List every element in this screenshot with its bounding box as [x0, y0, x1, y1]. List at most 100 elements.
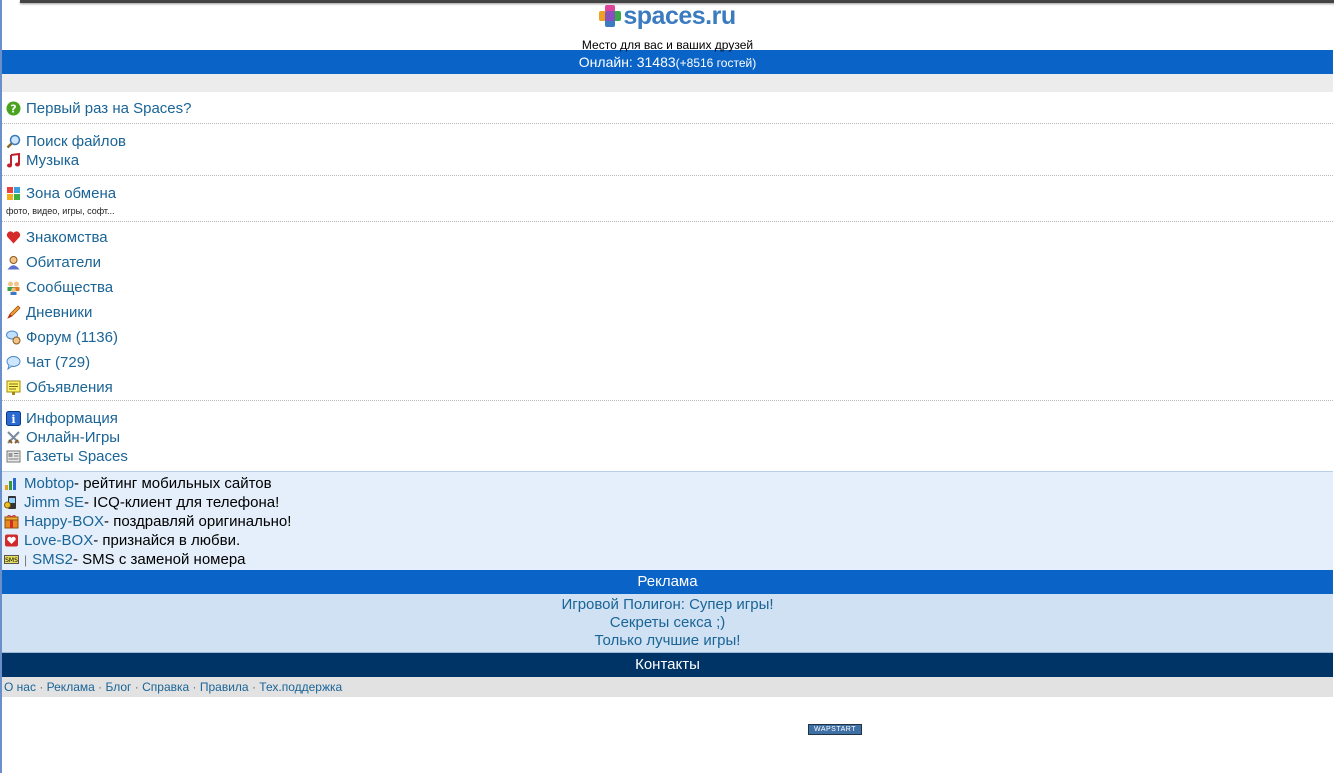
- games-link[interactable]: Онлайн-Игры: [26, 429, 120, 446]
- footer-separator: ·: [39, 680, 44, 694]
- phone-app-icon: [4, 495, 19, 510]
- logo-text: spaces.ru: [623, 1, 736, 30]
- first-time-link[interactable]: Первый раз на Spaces?: [26, 100, 192, 117]
- footer-separator: ·: [134, 680, 139, 694]
- promo-item-jimm: Jimm SE - ICQ-клиент для телефона!: [4, 493, 1331, 512]
- newspapers-link[interactable]: Газеты Spaces: [26, 448, 128, 465]
- footer-separator: ·: [98, 680, 103, 694]
- forum-icon: [6, 330, 21, 345]
- love-box-link[interactable]: Love-BOX: [24, 532, 93, 549]
- footer-link-advertising[interactable]: Реклама: [47, 680, 95, 694]
- music-note-icon: [6, 152, 21, 168]
- menu-item-chat: Чат (729): [6, 350, 1329, 375]
- ad-link[interactable]: Только лучшие игры!: [595, 632, 741, 649]
- mobtop-link[interactable]: Mobtop: [24, 475, 74, 492]
- love-box-icon: [4, 533, 19, 548]
- footer-separator: ·: [251, 680, 256, 694]
- footer-separator: ·: [192, 680, 197, 694]
- partner-promo-block: Mobtop - рейтинг мобильных сайтов Jimm S…: [2, 471, 1333, 570]
- menu-item-games: Онлайн-Игры: [6, 428, 1329, 447]
- contacts-header: Контакты: [2, 653, 1333, 677]
- sms2-separator: |: [24, 552, 28, 567]
- footer-link-rules[interactable]: Правила: [200, 680, 249, 694]
- swords-icon: [6, 430, 21, 445]
- magnifier-icon: [6, 134, 21, 149]
- pencil-icon: [6, 305, 21, 320]
- community-section: Знакомства Обитатели Сообщества Дневники…: [2, 222, 1333, 401]
- ad-link[interactable]: Игровой Полигон: Супер игры!: [561, 596, 773, 613]
- exchange-link[interactable]: Зона обмена: [26, 185, 116, 202]
- love-box-description: - признайся в любви.: [93, 532, 241, 549]
- footer-links: О нас · Реклама · Блог · Справка · Прави…: [2, 677, 1333, 697]
- top-shadow-bar: [20, 0, 1334, 3]
- ads-header: Реклама: [2, 570, 1333, 594]
- menu-item-notices: Объявления: [6, 375, 1329, 400]
- happy-box-link[interactable]: Happy-BOX: [24, 513, 104, 530]
- dating-link[interactable]: Знакомства: [26, 229, 108, 246]
- menu-item-exchange: Зона обмена: [6, 184, 1329, 203]
- online-counter-bar: Онлайн: 31483(+8516 гостей): [2, 50, 1333, 74]
- newspaper-icon: [6, 449, 21, 464]
- menu-item-newspapers: Газеты Spaces: [6, 447, 1329, 466]
- promo-item-love-box: Love-BOX - признайся в любви.: [4, 531, 1331, 550]
- logo-plus-icon: [599, 5, 622, 27]
- grid-icon: [6, 186, 21, 201]
- bar-chart-icon: [4, 476, 19, 491]
- menu-item-dating: Знакомства: [6, 225, 1329, 250]
- footer-link-support[interactable]: Тех.поддержка: [259, 680, 342, 694]
- ad-link[interactable]: Секреты секса ;): [610, 614, 726, 631]
- exchange-description: фото, видео, игры, софт...: [6, 206, 115, 216]
- site-logo[interactable]: spaces.ru: [599, 1, 736, 30]
- menu-item-communities: Сообщества: [6, 275, 1329, 300]
- menu-item-music: Музыка: [6, 151, 1329, 170]
- notices-link[interactable]: Объявления: [26, 379, 113, 396]
- heart-icon: [6, 230, 21, 245]
- users-icon: [6, 280, 21, 295]
- svg-text:i: i: [11, 413, 15, 426]
- chat-icon: [6, 355, 21, 371]
- menu-item-residents: Обитатели: [6, 250, 1329, 275]
- first-time-item: ? Первый раз на Spaces?: [6, 96, 1329, 121]
- gift-icon: [4, 514, 19, 529]
- promo-item-happy-box: Happy-BOX - поздравляй оригинально!: [4, 512, 1331, 531]
- menu-item-forum: Форум (1136): [6, 325, 1329, 350]
- promo-item-mobtop: Mobtop - рейтинг мобильных сайтов: [4, 474, 1331, 493]
- promo-item-sms2: SMS | SMS2 - SMS с заменой номера: [4, 550, 1331, 569]
- communities-link[interactable]: Сообщества: [26, 279, 113, 296]
- jimm-description: - ICQ-клиент для телефона!: [84, 494, 280, 511]
- info-icon: i: [6, 411, 21, 426]
- diaries-link[interactable]: Дневники: [26, 304, 92, 321]
- menu-item-file-search: Поиск файлов: [6, 132, 1329, 151]
- file-search-link[interactable]: Поиск файлов: [26, 133, 126, 150]
- ads-list: Игровой Полигон: Супер игры! Секреты сек…: [2, 594, 1333, 653]
- menu-item-info: i Информация: [6, 409, 1329, 428]
- happy-box-description: - поздравляй оригинально!: [104, 513, 292, 530]
- menu-item-diaries: Дневники: [6, 300, 1329, 325]
- site-header: spaces.ru Место для вас и ваших друзей: [2, 0, 1333, 53]
- info-section: i Информация Онлайн-Игры Газеты Spaces: [2, 401, 1333, 471]
- question-icon: ?: [6, 101, 21, 116]
- mobtop-description: - рейтинг мобильных сайтов: [74, 475, 272, 492]
- svg-text:?: ?: [10, 103, 16, 116]
- page-frame: spaces.ru Место для вас и ваших друзей О…: [0, 0, 1334, 773]
- files-music-section: Поиск файлов Музыка: [2, 124, 1333, 176]
- footer-link-help[interactable]: Справка: [142, 680, 189, 694]
- footer-link-blog[interactable]: Блог: [105, 680, 131, 694]
- jimm-link[interactable]: Jimm SE: [24, 494, 84, 511]
- notice-icon: [6, 380, 21, 395]
- chat-link[interactable]: Чат (729): [26, 354, 90, 371]
- residents-link[interactable]: Обитатели: [26, 254, 101, 271]
- svg-text:SMS: SMS: [5, 557, 18, 564]
- stats-counter-badge[interactable]: WAPSTART: [808, 724, 862, 735]
- exchange-section: Зона обмена фото, видео, игры, софт...: [2, 176, 1333, 222]
- sms2-link[interactable]: SMS2: [32, 551, 73, 568]
- footer-link-about[interactable]: О нас: [4, 680, 36, 694]
- spacer-bar: [2, 74, 1333, 92]
- music-link[interactable]: Музыка: [26, 152, 79, 169]
- online-count: Онлайн: 31483: [578, 54, 676, 70]
- first-time-section: ? Первый раз на Spaces?: [2, 92, 1333, 124]
- forum-link[interactable]: Форум (1136): [26, 329, 118, 346]
- sms-icon: SMS: [4, 552, 19, 567]
- info-link[interactable]: Информация: [26, 410, 118, 427]
- user-icon: [6, 255, 21, 270]
